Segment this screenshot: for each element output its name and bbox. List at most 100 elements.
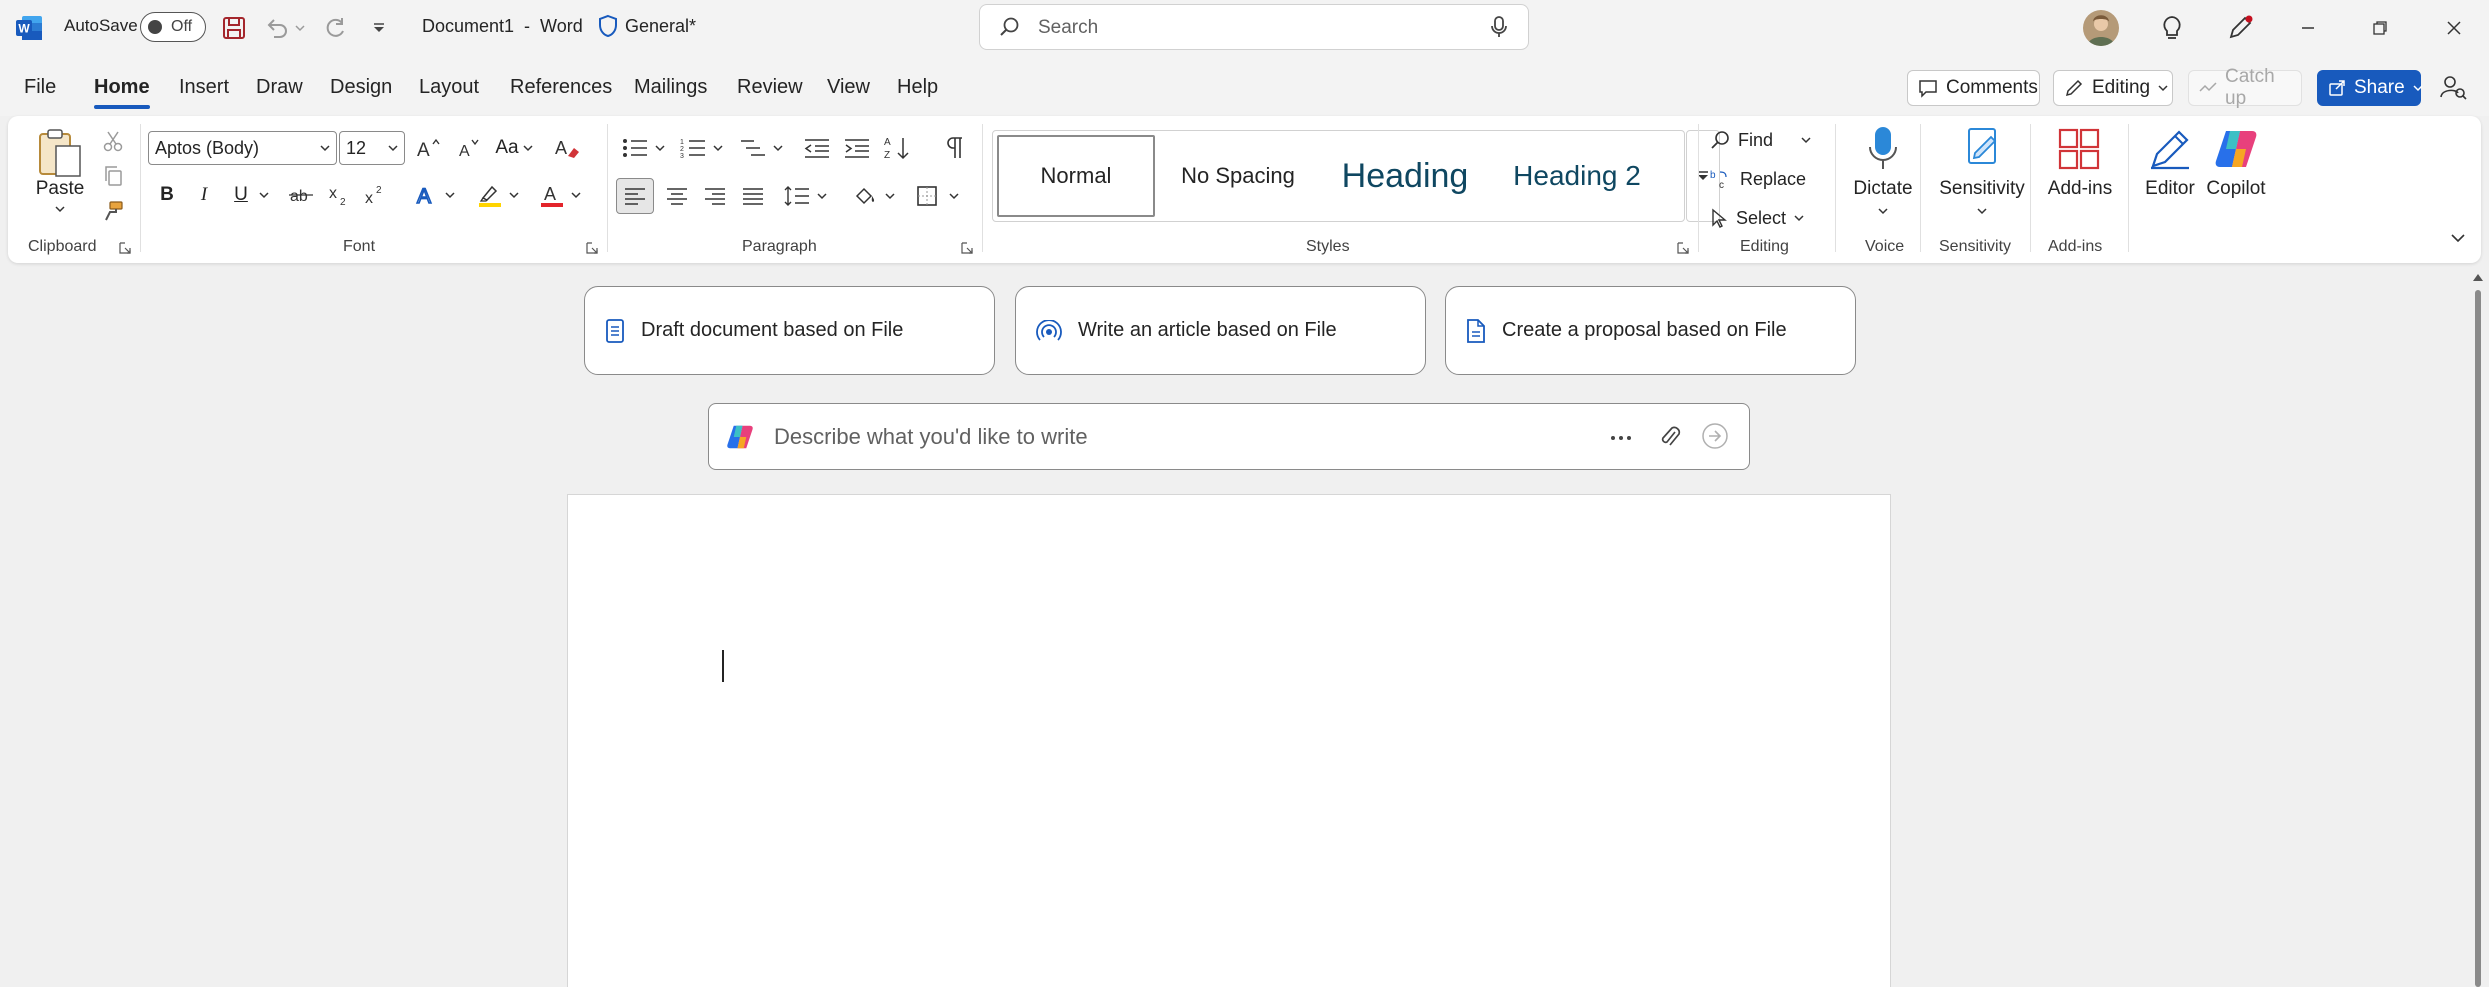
borders-dropdown-icon[interactable] [946,179,962,213]
sort-icon[interactable]: AZ [880,132,914,164]
font-name-select[interactable]: Aptos (Body) [148,131,337,165]
highlight-color-icon[interactable] [474,179,506,211]
grow-font-icon[interactable]: A [412,132,446,164]
restore-icon[interactable] [2346,0,2414,56]
tab-mailings[interactable]: Mailings [634,76,707,99]
addins-icon[interactable] [2054,122,2104,176]
line-spacing-icon[interactable] [780,179,814,213]
tab-home[interactable]: Home [94,76,150,109]
sensitivity-icon[interactable] [1958,122,2008,176]
tab-draw[interactable]: Draw [256,76,303,99]
dictate-label[interactable]: Dictate [1844,178,1922,200]
bullets-icon[interactable] [618,132,652,164]
suggestion-write-article[interactable]: Write an article based on File [1015,286,1426,375]
microphone-icon[interactable] [1858,122,1908,176]
italic-button[interactable]: I [189,179,219,211]
minimize-icon[interactable] [2274,0,2342,56]
avatar[interactable] [2083,10,2119,46]
multilevel-dropdown-icon[interactable] [770,132,786,164]
clear-formatting-icon[interactable]: A [550,132,584,164]
numbering-icon[interactable]: 123 [676,132,710,164]
tab-design[interactable]: Design [330,76,392,99]
close-icon[interactable] [2420,0,2488,56]
clipboard-launcher-icon[interactable] [118,241,132,255]
font-size-select[interactable]: 12 [339,131,405,165]
copilot-label[interactable]: Copilot [2204,178,2268,200]
bullets-dropdown-icon[interactable] [652,132,668,164]
font-color-icon[interactable]: A [536,179,568,211]
decrease-indent-icon[interactable] [800,132,834,164]
style-heading-2[interactable]: Heading 2 [1493,135,1661,217]
cut-icon[interactable] [98,126,128,156]
align-right-icon[interactable] [698,179,732,213]
more-options-icon[interactable] [1609,428,1633,448]
text-effects-dropdown-icon[interactable] [442,179,458,211]
change-case-button[interactable]: Aa [490,132,538,164]
save-icon[interactable] [217,11,251,45]
copilot-prompt-input[interactable]: Describe what you'd like to write [708,403,1750,470]
vertical-scrollbar[interactable] [2467,266,2489,987]
sensitivity-label[interactable]: Sensitivity [1932,178,2032,200]
font-launcher-icon[interactable] [585,241,599,255]
microphone-icon[interactable] [1490,15,1508,39]
redo-icon[interactable] [318,11,352,45]
editing-mode-button[interactable]: Editing [2053,70,2173,106]
paste-icon[interactable] [30,124,90,184]
tab-references[interactable]: References [510,76,612,99]
text-effects-icon[interactable]: A [412,179,442,211]
undo-dropdown-icon[interactable] [290,11,310,45]
send-icon[interactable] [1701,422,1729,450]
collapse-ribbon-icon[interactable] [2446,228,2470,248]
tab-layout[interactable]: Layout [419,76,479,99]
justify-icon[interactable] [736,179,770,213]
addins-label[interactable]: Add-ins [2038,178,2122,200]
line-spacing-dropdown-icon[interactable] [814,179,830,213]
document-page[interactable] [567,494,1891,987]
comments-button[interactable]: Comments [1907,70,2040,106]
underline-dropdown-icon[interactable] [256,179,272,211]
undo-icon[interactable] [260,11,294,45]
editor-icon[interactable] [2142,122,2198,176]
shading-icon[interactable] [848,179,882,213]
align-left-button[interactable] [616,178,654,214]
style-no-spacing[interactable]: No Spacing [1159,135,1317,217]
subscript-icon[interactable]: x2 [324,179,356,211]
paragraph-launcher-icon[interactable] [960,241,974,255]
pen-icon[interactable] [2223,11,2257,45]
increase-indent-icon[interactable] [840,132,874,164]
dictate-dropdown-icon[interactable] [1875,204,1891,218]
replace-button[interactable]: bc Replace [1710,164,1806,194]
numbering-dropdown-icon[interactable] [710,132,726,164]
highlight-dropdown-icon[interactable] [506,179,522,211]
editor-label[interactable]: Editor [2140,178,2200,200]
tab-insert[interactable]: Insert [179,76,229,99]
lightbulb-icon[interactable] [2155,11,2189,45]
style-heading[interactable]: Heading [1325,135,1485,217]
borders-icon[interactable] [910,179,944,213]
suggestion-create-proposal[interactable]: Create a proposal based on File [1445,286,1856,375]
superscript-icon[interactable]: x2 [360,179,392,211]
multilevel-list-icon[interactable] [736,132,770,164]
person-search-icon[interactable] [2438,72,2468,102]
align-center-icon[interactable] [660,179,694,213]
tab-help[interactable]: Help [897,76,938,99]
find-button[interactable]: Find [1710,125,1811,155]
shading-dropdown-icon[interactable] [882,179,898,213]
share-button[interactable]: Share [2317,70,2423,106]
paste-label[interactable]: Paste [32,178,88,200]
paste-dropdown-icon[interactable] [52,202,68,216]
tab-review[interactable]: Review [737,76,803,99]
font-color-dropdown-icon[interactable] [568,179,584,211]
sensitivity-dropdown-icon[interactable] [1974,204,1990,218]
attach-icon[interactable] [1659,424,1681,450]
tab-file[interactable]: File [24,76,56,99]
search-input[interactable]: Search [979,4,1529,50]
tab-view[interactable]: View [827,76,870,99]
suggestion-draft-document[interactable]: Draft document based on File [584,286,995,375]
copilot-icon[interactable] [2208,122,2264,176]
shrink-font-icon[interactable]: A [452,132,486,164]
format-painter-icon[interactable] [98,196,128,226]
autosave-toggle[interactable]: Off [140,12,206,42]
bold-button[interactable]: B [152,179,182,211]
strikethrough-icon[interactable]: ab [284,179,318,211]
